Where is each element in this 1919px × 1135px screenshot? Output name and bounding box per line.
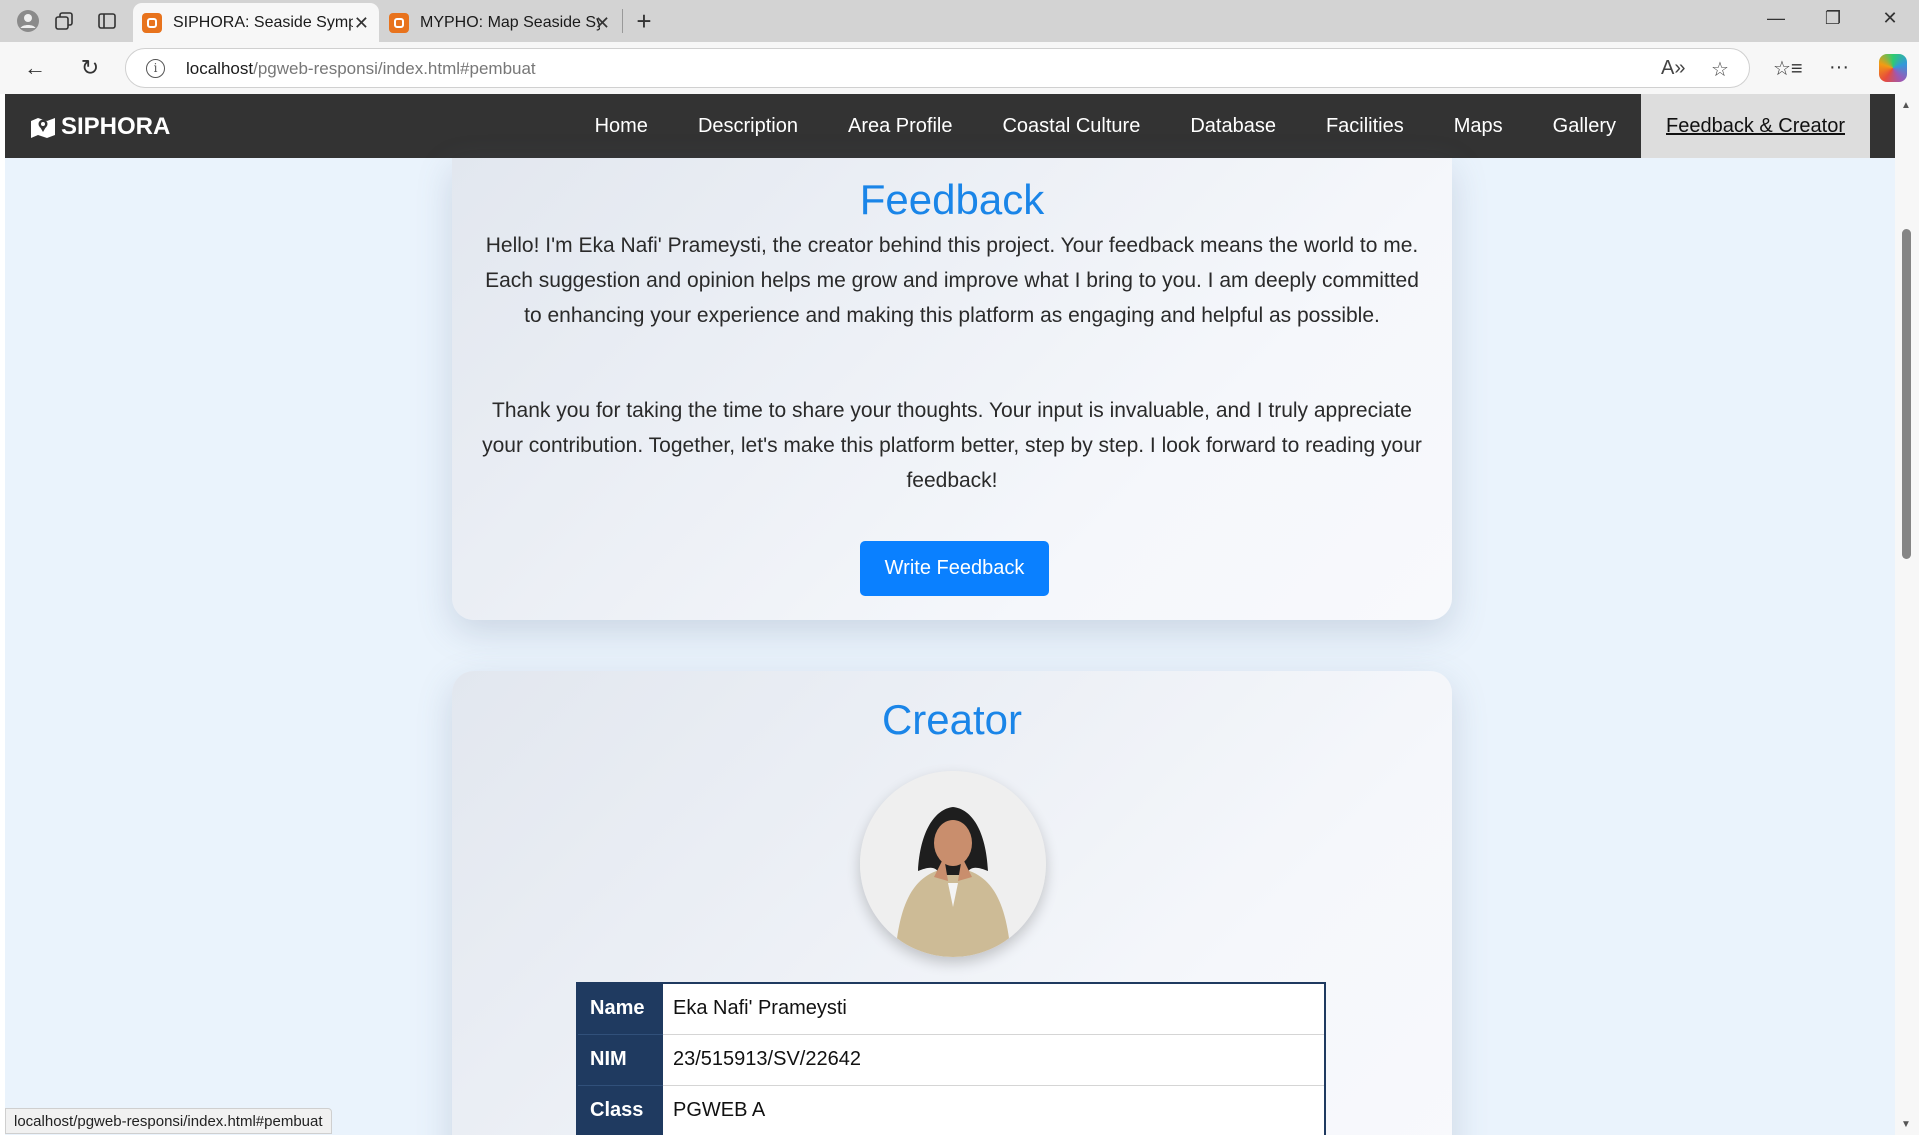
profile-icon[interactable] [16,9,40,33]
scrollbar-thumb[interactable] [1902,229,1911,559]
restore-icon[interactable]: ❐ [1813,8,1853,29]
tab-title: SIPHORA: Seaside Symphony Ren [173,13,353,31]
status-bar-url: localhost/pgweb-responsi/index.html#pemb… [5,1108,332,1134]
write-feedback-button[interactable]: Write Feedback [860,541,1049,596]
page-scrollbar[interactable]: ▲ ▼ [1895,94,1919,1135]
new-tab-icon[interactable]: + [632,6,656,36]
creator-card: Creator Name Eka Nafi' Prameysti NIM 23/… [452,671,1452,1135]
table-row: Class PGWEB A [577,1085,1325,1135]
address-bar[interactable]: i localhost/pgweb-responsi/index.html#pe… [125,48,1750,88]
nav-description[interactable]: Description [673,94,823,158]
url-host: localhost [186,59,254,78]
scroll-up-arrow-icon[interactable]: ▲ [1901,100,1911,111]
favorite-star-icon[interactable]: ☆ [1711,57,1729,82]
tab-actions-icon[interactable] [95,9,119,33]
url-text[interactable]: localhost/pgweb-responsi/index.html#pemb… [186,59,536,79]
xampp-favicon-icon [389,12,409,33]
browser-tab-bar: SIPHORA: Seaside Symphony Ren ✕ MYPHO: M… [0,0,1919,42]
tab-title: MYPHO: Map Seaside Symphony [420,13,600,31]
nav-coastal-culture[interactable]: Coastal Culture [977,94,1165,158]
brand-name: SIPHORA [61,113,171,140]
close-tab-icon[interactable]: ✕ [595,13,610,34]
row-label-class: Class [577,1085,663,1135]
row-label-name: Name [577,983,663,1035]
table-row: Name Eka Nafi' Prameysti [577,983,1325,1035]
feedback-paragraph-2: Thank you for taking the time to share y… [482,399,1422,492]
close-tab-icon[interactable]: ✕ [354,13,369,34]
page-viewport: SIPHORA Home Description Area Profile Co… [5,94,1895,1135]
nav-database[interactable]: Database [1165,94,1301,158]
map-logo-icon [30,116,56,138]
row-value-nim: 23/515913/SV/22642 [663,1034,1325,1086]
nav-home[interactable]: Home [570,94,673,158]
close-window-icon[interactable]: ✕ [1870,8,1910,29]
feedback-title: Feedback [859,176,1045,223]
site-info-icon[interactable]: i [146,59,165,78]
row-value-name: Eka Nafi' Prameysti [663,983,1325,1035]
table-row: NIM 23/515913/SV/22642 [577,1034,1325,1086]
nav-maps[interactable]: Maps [1429,94,1528,158]
minimize-icon[interactable]: — [1756,8,1796,29]
favorites-icon[interactable]: ☆≡ [1773,56,1803,81]
tab-siphora[interactable]: SIPHORA: Seaside Symphony Ren ✕ [133,3,379,42]
creator-photo [860,771,1046,957]
feedback-card: Feedback Hello! I'm Eka Nafi' Prameysti,… [452,158,1452,620]
site-navbar: SIPHORA Home Description Area Profile Co… [5,94,1895,158]
creator-info-table: Name Eka Nafi' Prameysti NIM 23/515913/S… [576,982,1326,1135]
creator-title: Creator [881,696,1023,743]
workspaces-icon[interactable] [52,9,76,33]
feedback-paragraph-1: Hello! I'm Eka Nafi' Prameysti, the crea… [485,234,1419,327]
nav-links: Home Description Area Profile Coastal Cu… [570,94,1895,158]
row-value-class: PGWEB A [663,1085,1325,1135]
nav-feedback-creator[interactable]: Feedback & Creator [1641,94,1870,158]
more-menu-icon[interactable]: ··· [1829,56,1849,79]
brand[interactable]: SIPHORA [30,113,170,141]
nav-facilities[interactable]: Facilities [1301,94,1429,158]
nav-gallery[interactable]: Gallery [1528,94,1641,158]
back-arrow-icon[interactable]: ← [22,55,48,81]
refresh-icon[interactable]: ↻ [77,55,103,81]
tab-divider [622,9,623,33]
read-aloud-icon[interactable]: A» [1661,57,1685,80]
scroll-down-arrow-icon[interactable]: ▼ [1901,1119,1911,1130]
copilot-icon[interactable] [1879,54,1907,82]
browser-toolbar: ← ↻ i localhost/pgweb-responsi/index.htm… [0,42,1919,94]
url-path: /pgweb-responsi/index.html#pembuat [253,59,536,78]
row-label-nim: NIM [577,1034,663,1086]
xampp-favicon-icon [142,12,162,33]
nav-area-profile[interactable]: Area Profile [823,94,978,158]
tab-mypho[interactable]: MYPHO: Map Seaside Symphony ✕ [380,3,620,42]
